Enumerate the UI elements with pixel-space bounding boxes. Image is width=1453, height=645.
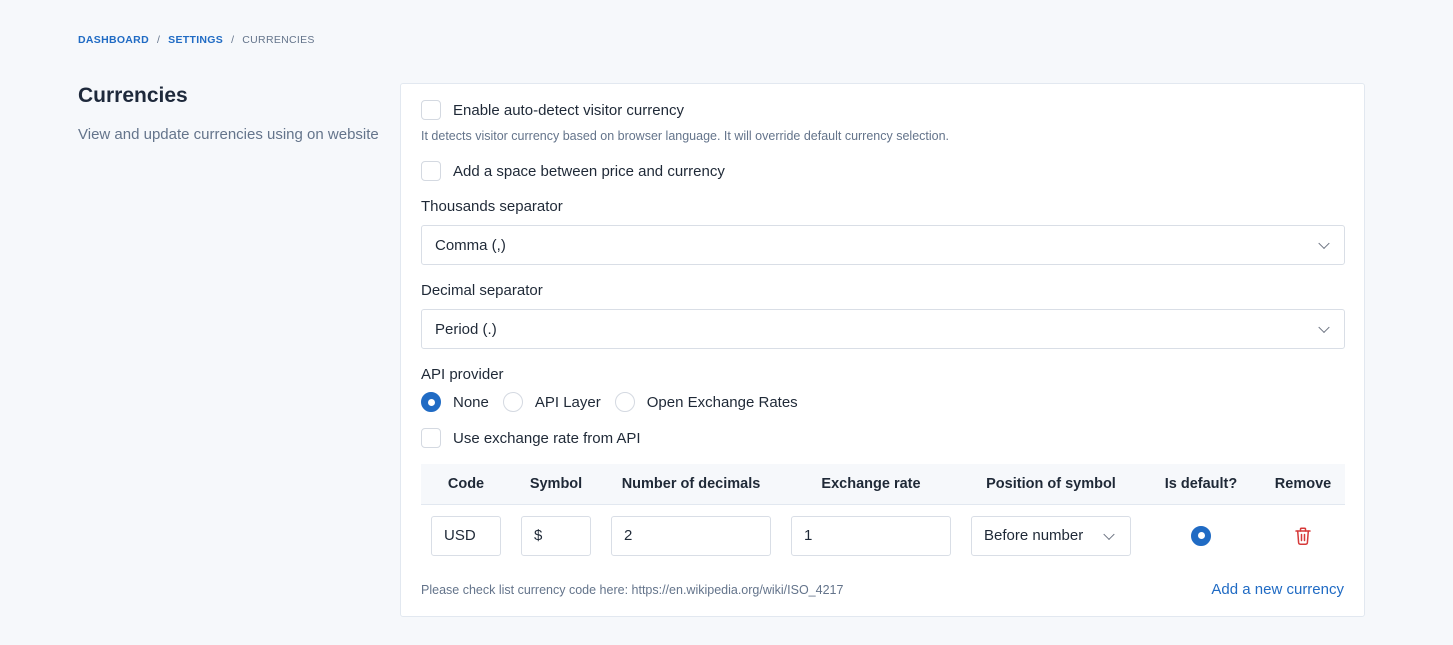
- section-intro: Currencies View and update currencies us…: [78, 84, 388, 143]
- breadcrumb-current: CURRENCIES: [242, 34, 315, 46]
- decimal-separator-select[interactable]: Period (.): [421, 309, 1345, 349]
- api-option-none[interactable]: None: [421, 392, 489, 412]
- auto-detect-checkbox[interactable]: [421, 100, 441, 120]
- space-option[interactable]: Add a space between price and currency: [421, 161, 725, 181]
- column-header-exchange-rate: Exchange rate: [821, 476, 921, 492]
- column-header-position: Position of symbol: [986, 476, 1116, 492]
- radio-open-exchange-rates[interactable]: [614, 392, 635, 412]
- breadcrumb-separator: /: [156, 34, 161, 46]
- currency-code-hint: Please check list currency code here: ht…: [421, 583, 844, 597]
- add-currency-link[interactable]: Add a new currency: [1211, 581, 1344, 598]
- breadcrumb: DASHBOARD / SETTINGS / CURRENCIES: [78, 34, 315, 46]
- use-api-rate-checkbox[interactable]: [421, 428, 441, 448]
- chevron-down-icon: [1103, 528, 1115, 540]
- thousands-separator-value: Comma (,): [435, 236, 506, 254]
- column-header-decimals: Number of decimals: [621, 476, 761, 492]
- trash-icon[interactable]: [1295, 527, 1311, 545]
- space-checkbox[interactable]: [421, 161, 441, 181]
- api-option-api-layer[interactable]: API Layer: [502, 392, 601, 412]
- thousands-separator-label: Thousands separator: [421, 198, 563, 215]
- symbol-input[interactable]: $: [521, 515, 591, 556]
- column-header-symbol: Symbol: [529, 476, 583, 492]
- position-value: Before number: [984, 527, 1084, 544]
- auto-detect-hint: It detects visitor currency based on bro…: [421, 129, 950, 143]
- column-header-remove: Remove: [1274, 476, 1332, 492]
- table-header: Code Symbol Number of decimals Exchange …: [421, 464, 1345, 505]
- position-select[interactable]: Before number: [971, 515, 1131, 556]
- use-api-rate-option[interactable]: Use exchange rate from API: [421, 428, 641, 448]
- page-title: Currencies: [78, 84, 188, 107]
- auto-detect-label: Enable auto-detect visitor currency: [453, 101, 684, 119]
- decimals-input[interactable]: 2: [611, 515, 771, 556]
- radio-none[interactable]: [421, 392, 441, 412]
- currency-settings-card: Enable auto-detect visitor currency It d…: [400, 83, 1365, 617]
- breadcrumb-dashboard-link[interactable]: DASHBOARD: [78, 34, 149, 46]
- default-currency-radio[interactable]: [1191, 525, 1211, 546]
- decimal-separator-label: Decimal separator: [421, 282, 543, 299]
- chevron-down-icon: [1318, 321, 1330, 334]
- thousands-separator-select[interactable]: Comma (,): [421, 225, 1345, 265]
- api-option-label: Open Exchange Rates: [646, 393, 798, 411]
- api-option-open-exchange-rates[interactable]: Open Exchange Rates: [614, 392, 798, 412]
- breadcrumb-settings-link[interactable]: SETTINGS: [168, 34, 223, 46]
- auto-detect-option[interactable]: Enable auto-detect visitor currency: [421, 100, 684, 120]
- radio-api-layer[interactable]: [502, 392, 523, 412]
- breadcrumb-separator: /: [231, 34, 235, 46]
- column-header-code: Code: [447, 476, 485, 492]
- space-label: Add a space between price and currency: [453, 162, 725, 180]
- chevron-down-icon: [1318, 237, 1330, 250]
- code-input[interactable]: USD: [431, 515, 501, 556]
- api-option-label: API Layer: [534, 393, 601, 411]
- api-provider-label: API provider: [421, 366, 504, 383]
- exchange-rate-input[interactable]: 1: [791, 515, 951, 556]
- currencies-table: Code Symbol Number of decimals Exchange …: [421, 464, 1345, 566]
- api-option-label: None: [453, 393, 489, 411]
- page-description: View and update currencies using on webs…: [78, 126, 379, 143]
- api-provider-group: None API Layer Open Exchange Rates: [421, 392, 812, 412]
- decimal-separator-value: Period (.): [435, 320, 497, 338]
- table-row: USD $ 2 1 Before number: [421, 505, 1345, 566]
- use-api-rate-label: Use exchange rate from API: [453, 429, 641, 447]
- column-header-default: Is default?: [1164, 476, 1238, 492]
